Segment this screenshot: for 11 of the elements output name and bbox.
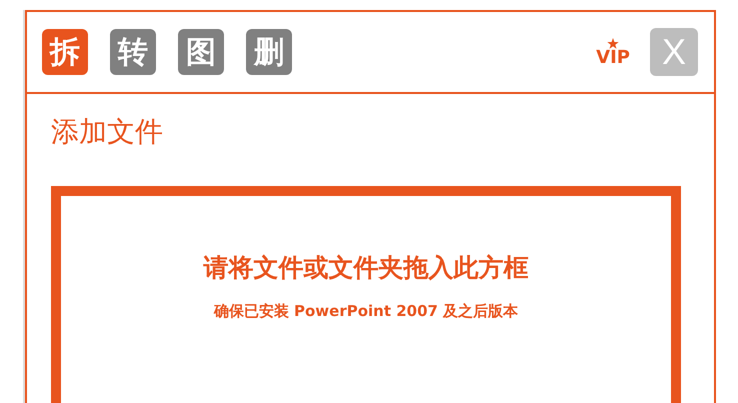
star-icon — [607, 38, 620, 48]
vip-link[interactable]: VIP — [596, 38, 630, 66]
drop-zone[interactable]: 请将文件或文件夹拖入此方框 确保已安装 PowerPoint 2007 及之后版本 — [51, 186, 681, 403]
tool-tab[interactable]: 转 — [110, 29, 156, 75]
tool-tab[interactable]: 删 — [246, 29, 292, 75]
drop-instruction: 请将文件或文件夹拖入此方框 — [204, 252, 528, 284]
tool-tab[interactable]: 图 — [178, 29, 224, 75]
tool-tab[interactable]: 拆 — [42, 29, 88, 75]
close-button[interactable]: X — [650, 28, 698, 76]
requirement-note: 确保已安装 PowerPoint 2007 及之后版本 — [214, 302, 518, 321]
section-title: 添加文件 — [51, 114, 164, 150]
